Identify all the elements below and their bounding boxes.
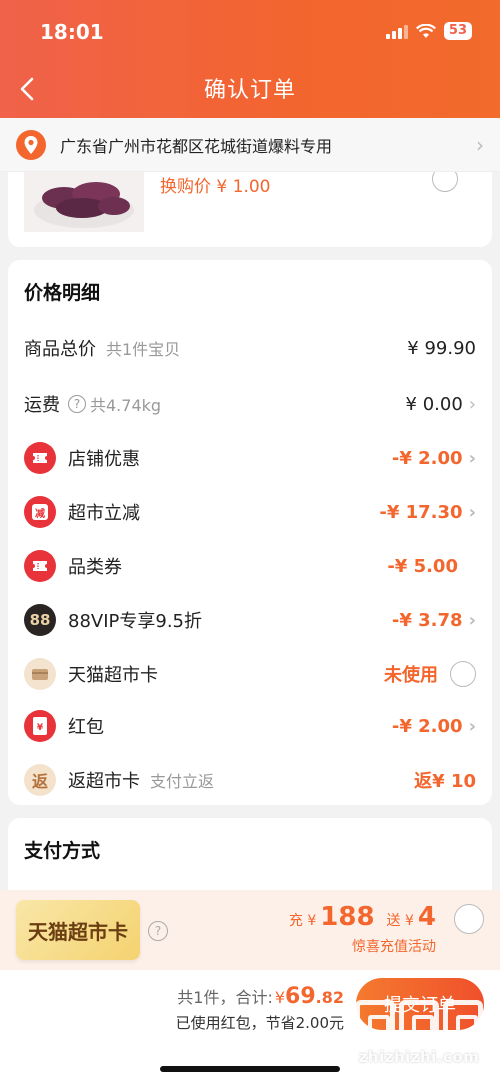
exchange-price: 换购价 ¥ 1.00 — [160, 177, 271, 197]
status-time: 18:01 — [40, 20, 104, 44]
card-icon — [24, 658, 56, 690]
row-value: 返¥ 10 — [414, 771, 476, 792]
recharge-offer: 充 ¥ 188 送 ¥ 4 惊喜充值活动 — [289, 902, 436, 956]
price-row-cashback: 返 返超市卡 支付立返 返¥ 10 — [24, 760, 476, 800]
recharge-radio[interactable] — [454, 904, 484, 934]
price-row-88vip[interactable]: 88 88VIP专享9.5折 -¥ 3.78 › — [24, 600, 476, 640]
row-label: 商品总价 — [24, 339, 96, 360]
row-value: 未使用 — [384, 661, 476, 687]
price-row-shipping[interactable]: 运费 ? 共4.74kg ¥ 0.00 › — [24, 384, 476, 424]
price-row-red-packet[interactable]: ¥ 红包 -¥ 2.00 › — [24, 706, 476, 746]
row-label: 天猫超市卡 — [68, 665, 158, 686]
row-value: -¥ 2.00 › — [391, 447, 476, 469]
price-detail-card: 价格明细 商品总价 共1件宝贝 ¥ 99.90 运费 ? 共4.74kg ¥ 0… — [8, 260, 492, 805]
promo-subtitle: 惊喜充值活动 — [352, 939, 436, 955]
count-text: 共1件，合计: — [177, 988, 273, 1007]
chevron-right-icon: › — [468, 447, 476, 469]
ticket-icon — [24, 550, 56, 582]
payment-title: 支付方式 — [24, 840, 101, 862]
row-value: -¥ 17.30 › — [379, 501, 476, 523]
price-detail-title: 价格明细 — [24, 282, 101, 304]
charge-amount: 188 — [320, 902, 375, 932]
location-pin-icon — [16, 129, 46, 160]
watermark: zhizhizhi.com — [346, 1000, 492, 1066]
total-line: 共1件，合计: ¥ 69 .82 — [177, 984, 344, 1009]
row-sub: 共1件宝贝 — [106, 340, 181, 359]
row-label: 红包 — [68, 717, 104, 738]
wifi-icon — [415, 23, 436, 39]
row-label: 返超市卡 — [68, 771, 140, 792]
red-packet-icon: ¥ — [24, 710, 56, 742]
product-image — [24, 172, 144, 232]
watermark-text: zhizhizhi.com — [358, 1048, 480, 1066]
signal-icon — [385, 23, 408, 39]
row-sub: 共4.74kg — [90, 396, 162, 415]
recharge-promo-bar[interactable]: 天猫超市卡 ? 充 ¥ 188 送 ¥ 4 惊喜充值活动 — [0, 890, 500, 970]
tmall-card-radio[interactable] — [450, 661, 476, 687]
address-text: 广东省广州市花都区花城街道爆料专用 — [60, 136, 333, 156]
row-value: ¥ 0.00 › — [405, 393, 476, 415]
page-title: 确认订单 — [203, 78, 296, 103]
total-currency: ¥ — [274, 988, 286, 1007]
row-value: ¥ 99.90 — [407, 337, 476, 359]
address-bar[interactable]: 广东省广州市花都区花城街道爆料专用 › — [0, 118, 500, 172]
tmall-card-badge: 天猫超市卡 — [16, 900, 140, 960]
status-icons: 53 — [385, 22, 472, 40]
row-value: -¥ 5.00 — [387, 555, 458, 577]
watermark-logo-icon — [346, 1000, 492, 1046]
price-row-category-coupon[interactable]: 品类券 -¥ 5.00 — [24, 546, 476, 586]
price-row-tmall-card[interactable]: 天猫超市卡 未使用 — [24, 654, 476, 694]
row-label: 品类券 — [68, 557, 122, 578]
product-radio[interactable] — [432, 172, 458, 192]
row-label: 超市立减 — [68, 503, 140, 524]
ticket-icon — [24, 442, 56, 474]
row-sub: 支付立返 — [150, 772, 215, 791]
total-int: 69 — [285, 984, 316, 1009]
home-indicator — [160, 1066, 340, 1072]
product-card: 换购价 ¥ 1.00 — [8, 172, 492, 247]
chevron-right-icon: › — [468, 715, 476, 737]
chevron-right-icon: › — [476, 132, 484, 157]
row-label: 店铺优惠 — [68, 449, 140, 470]
total-dec: .82 — [315, 988, 344, 1007]
header: 18:01 53 确认订单 — [0, 0, 500, 118]
chevron-right-icon: › — [468, 609, 476, 631]
charge-prefix: 充 ¥ — [288, 913, 317, 929]
price-row-subtotal: 商品总价 共1件宝贝 ¥ 99.90 — [24, 328, 476, 368]
row-label: 88VIP专享9.5折 — [68, 611, 203, 632]
gift-amount: 4 — [417, 902, 436, 932]
help-icon[interactable]: ? — [68, 395, 86, 413]
row-label: 运费 — [24, 395, 60, 416]
reduction-icon: 减 — [24, 496, 56, 528]
row-value: -¥ 2.00 › — [391, 715, 476, 737]
help-icon[interactable]: ? — [148, 920, 168, 941]
price-row-store-discount[interactable]: 店铺优惠 -¥ 2.00 › — [24, 438, 476, 478]
price-row-supermarket-reduction[interactable]: 减 超市立减 -¥ 17.30 › — [24, 492, 476, 532]
row-value: -¥ 3.78 › — [391, 609, 476, 631]
cashback-icon: 返 — [24, 764, 56, 796]
saved-text: 已使用红包，节省2.00元 — [175, 1014, 344, 1032]
gift-prefix: 送 ¥ — [386, 913, 414, 929]
vip-88-icon: 88 — [24, 604, 56, 636]
chevron-right-icon: › — [468, 393, 476, 415]
battery-indicator: 53 — [443, 22, 472, 40]
chevron-right-icon: › — [468, 501, 476, 523]
